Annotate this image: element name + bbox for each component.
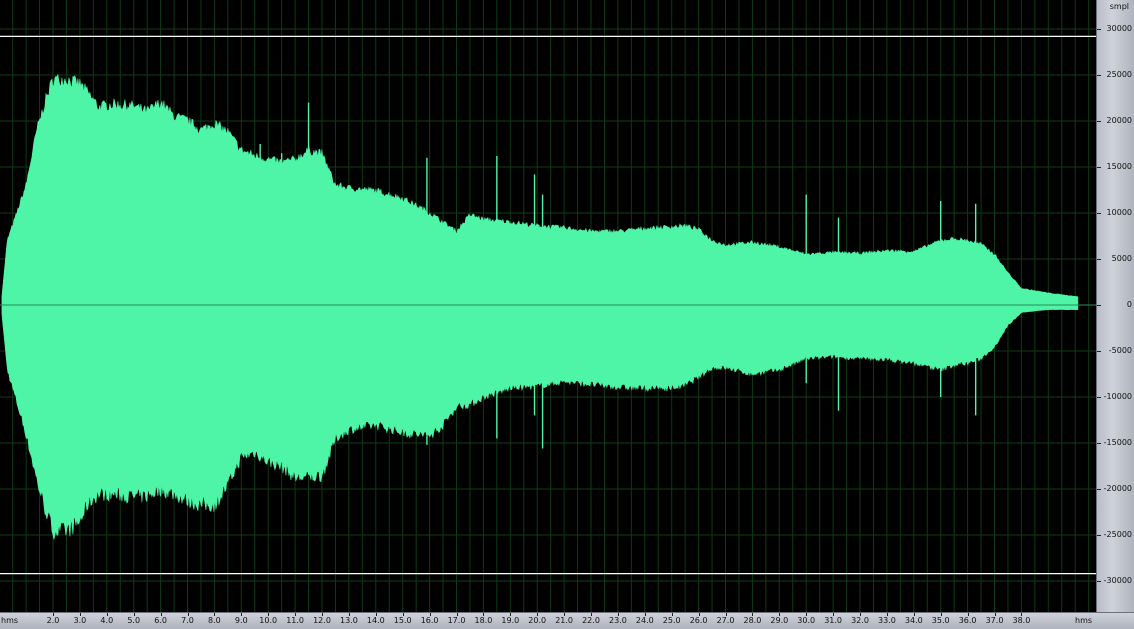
amplitude-tick (1097, 443, 1101, 444)
time-tick-label: 8.0 (208, 616, 221, 625)
amplitude-tick (1097, 535, 1101, 536)
amplitude-tick (1097, 213, 1101, 214)
amplitude-tick (1097, 581, 1101, 582)
amplitude-tick-label: 0 (1126, 300, 1132, 309)
time-tick-label: 10.0 (259, 616, 278, 625)
time-tick-label: 26.0 (689, 616, 708, 625)
amplitude-tick-label: -20000 (1103, 484, 1132, 493)
amplitude-tick-label: 10000 (1106, 208, 1132, 217)
time-tick-label: 38.0 (1012, 616, 1031, 625)
amplitude-tick (1097, 397, 1101, 398)
amplitude-tick-label: -25000 (1103, 530, 1132, 539)
time-tick-label: 32.0 (851, 616, 869, 625)
amplitude-tick (1097, 29, 1101, 30)
amplitude-tick-label: -15000 (1103, 438, 1132, 447)
time-tick-label: 22.0 (582, 616, 600, 625)
time-unit-label-left: hms (1, 616, 19, 625)
time-tick-label: 2.0 (46, 616, 60, 625)
time-tick-label: 31.0 (824, 616, 842, 625)
time-tick-label: 13.0 (339, 616, 358, 625)
amplitude-tick-label: -30000 (1103, 576, 1132, 585)
amplitude-tick-label: -5000 (1108, 346, 1132, 355)
amplitude-tick (1097, 259, 1101, 260)
time-tick-label: 3.0 (73, 616, 87, 625)
time-tick-label: 15.0 (393, 616, 412, 625)
amplitude-tick-label: 25000 (1106, 70, 1132, 79)
time-tick-label: 33.0 (877, 616, 896, 625)
waveform-display[interactable] (0, 0, 1096, 612)
amplitude-ruler: smpl 30000 25000 20000 15000 10000 5000 0 -5000… (1096, 0, 1134, 612)
amplitude-tick-label: -10000 (1103, 392, 1132, 401)
time-tick-label: 36.0 (958, 616, 977, 625)
time-tick-label: 5.0 (127, 616, 141, 625)
time-ruler[interactable]: hms hms 2.0 3.0 4.0 5.0 6.0 7.0 8.0 9.0 10.0 11.0… (0, 612, 1134, 629)
time-tick-label: 11.0 (286, 616, 304, 625)
amplitude-tick (1097, 75, 1101, 76)
time-tick-label: 17.0 (447, 616, 466, 625)
time-tick-label: 18.0 (474, 616, 493, 625)
time-tick-label: 6.0 (154, 616, 167, 625)
amplitude-tick (1097, 121, 1101, 122)
time-tick-label: 23.0 (608, 616, 627, 625)
time-tick-label: 28.0 (743, 616, 762, 625)
time-tick-label: 34.0 (904, 616, 923, 625)
amplitude-tick-label: 5000 (1111, 254, 1132, 263)
amplitude-tick (1097, 351, 1101, 352)
time-tick-label: 12.0 (313, 616, 331, 625)
amplitude-tick (1097, 489, 1101, 490)
time-tick-label: 7.0 (181, 616, 194, 625)
waveform-canvas[interactable] (0, 0, 1096, 612)
time-tick-label: 21.0 (555, 616, 573, 625)
time-tick-label: 30.0 (797, 616, 816, 625)
time-tick-label: 27.0 (716, 616, 735, 625)
amplitude-tick-label: 30000 (1106, 24, 1132, 33)
waveform-editor: smpl 30000 25000 20000 15000 10000 5000 0 -5000… (0, 0, 1134, 629)
time-tick-label: 37.0 (985, 616, 1004, 625)
time-tick-label: 16.0 (420, 616, 439, 625)
time-tick-label: 14.0 (366, 616, 385, 625)
time-tick-label: 35.0 (931, 616, 950, 625)
time-tick-label: 20.0 (528, 616, 547, 625)
amplitude-unit-label: smpl (1109, 2, 1129, 11)
time-unit-label-right: hms (1075, 616, 1093, 625)
time-tick-label: 19.0 (501, 616, 520, 625)
amplitude-tick-label: 15000 (1106, 162, 1132, 171)
time-tick-label: 24.0 (635, 616, 654, 625)
time-tick-label: 9.0 (234, 616, 248, 625)
time-tick-label: 25.0 (662, 616, 681, 625)
amplitude-tick (1097, 305, 1101, 306)
time-tick-label: 29.0 (770, 616, 789, 625)
waveform-envelope (1, 74, 1079, 540)
time-tick-label: 4.0 (100, 616, 114, 625)
amplitude-tick (1097, 167, 1101, 168)
amplitude-tick-label: 20000 (1106, 116, 1132, 125)
